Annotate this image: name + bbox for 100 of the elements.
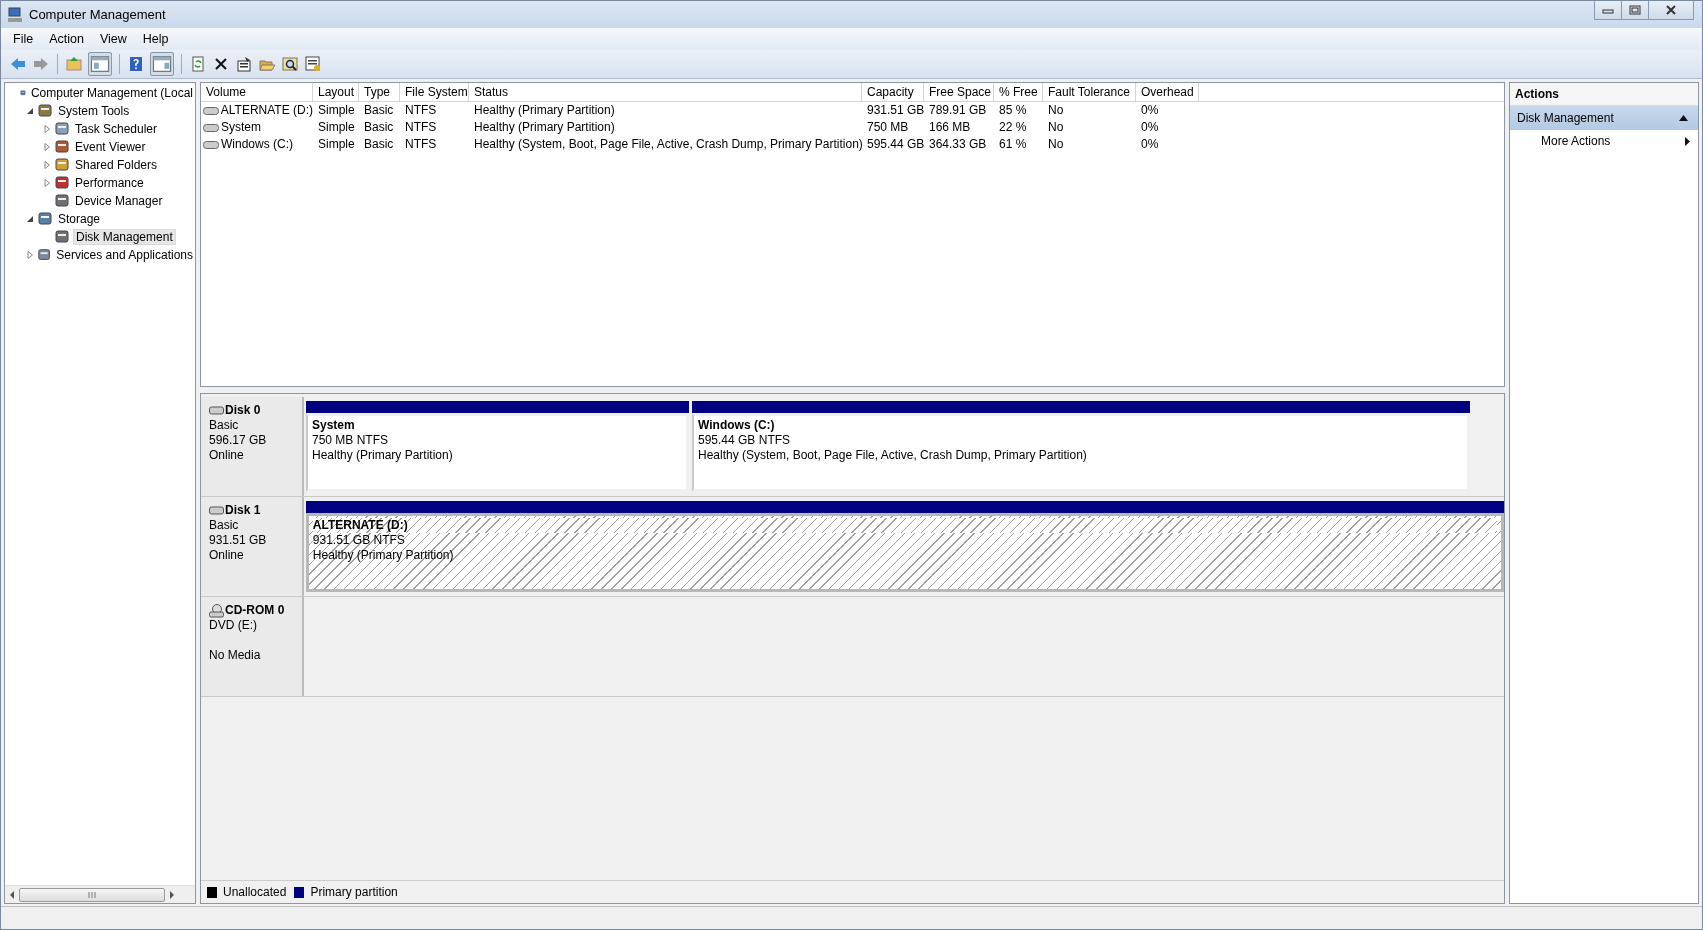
close-icon xyxy=(1665,5,1677,15)
disk-name: Disk 0 xyxy=(225,403,261,418)
action-pane-icon[interactable] xyxy=(150,52,174,76)
table-cell-text: Healthy (Primary Partition) xyxy=(473,102,616,119)
menu-item[interactable]: Help xyxy=(134,32,177,46)
menu-item[interactable]: Action xyxy=(41,32,92,46)
table-cell: Windows (C:) xyxy=(221,136,293,153)
disk-status: Online xyxy=(209,448,245,463)
menu-item[interactable]: File xyxy=(5,32,42,46)
scroll-left-icon[interactable] xyxy=(9,890,15,899)
table-cell-text: NTFS xyxy=(404,136,438,153)
column-header[interactable]: File System xyxy=(400,83,469,101)
actions-header: Actions xyxy=(1510,83,1698,106)
node-icon xyxy=(54,157,70,173)
partition-box[interactable]: System 750 MB NTFS Healthy (Primary Partition) xyxy=(306,413,689,492)
forward-icon[interactable] xyxy=(32,55,50,73)
disk-info-box[interactable]: Disk 0 Basic 596.17 GB Online xyxy=(201,397,304,496)
table-cell-text: 364.33 GB xyxy=(928,136,988,153)
disk-type: DVD (E:) xyxy=(209,618,258,633)
collapsed-arrow-icon[interactable] xyxy=(43,179,51,187)
tree-item[interactable]: Disk Management xyxy=(73,229,176,245)
table-cell-text: NTFS xyxy=(404,119,438,136)
column-header[interactable]: Capacity xyxy=(862,83,924,101)
scroll-right-icon[interactable] xyxy=(169,890,175,899)
node-icon xyxy=(54,193,70,209)
column-header[interactable]: Free Space xyxy=(924,83,994,101)
table-cell-text: Healthy (System, Boot, Page File, Active, Crash Dump, Primary Partition) xyxy=(473,136,862,153)
table-cell: ALTERNATE (D:) xyxy=(220,102,313,119)
legend-label: Unallocated xyxy=(223,885,287,899)
tree-item[interactable]: Performance xyxy=(73,176,146,190)
drive-icon xyxy=(203,140,219,149)
disk-status: No Media xyxy=(209,648,262,663)
table-cell-text: No xyxy=(1047,102,1065,119)
table-cell-text: Simple xyxy=(317,102,356,119)
tree-item[interactable]: Shared Folders xyxy=(73,158,160,172)
tree-item[interactable]: Event Viewer xyxy=(73,140,148,154)
column-header[interactable]: Fault Tolerance xyxy=(1043,83,1136,101)
column-header[interactable]: % Free xyxy=(994,83,1043,101)
maximize-button[interactable] xyxy=(1621,1,1649,20)
tree-item[interactable]: Services and Applications xyxy=(54,248,195,262)
table-cell-text: Healthy (Primary Partition) xyxy=(473,119,616,136)
expanded-arrow-icon[interactable] xyxy=(26,215,34,223)
disk-size: 596.17 GB xyxy=(209,433,268,448)
node-icon xyxy=(54,121,70,137)
expanded-arrow-icon[interactable] xyxy=(26,107,34,115)
node-icon xyxy=(37,103,53,119)
help-icon[interactable] xyxy=(127,55,145,73)
horizontal-scrollbar[interactable] xyxy=(5,885,195,903)
partition-box[interactable]: ALTERNATE (D:) 931.51 GB NTFS Healthy (Primary Partition) xyxy=(305,513,1504,592)
table-cell-text: No xyxy=(1047,136,1065,153)
back-icon[interactable] xyxy=(9,55,27,73)
tree-item[interactable]: System Tools xyxy=(56,104,132,118)
collapsed-arrow-icon[interactable] xyxy=(43,125,51,133)
partition-name: ALTERNATE (D:) xyxy=(312,518,1497,533)
folder-up-icon[interactable] xyxy=(65,55,83,73)
table-cell-text: 750 MB xyxy=(866,119,910,136)
table-cell-text: 595.44 GB xyxy=(866,136,924,153)
column-header[interactable]: Overhead xyxy=(1136,83,1199,101)
column-header[interactable]: Volume xyxy=(201,83,313,101)
table-cell-text: NTFS xyxy=(404,102,438,119)
tree-item[interactable]: Task Scheduler xyxy=(73,122,160,136)
collapsed-arrow-icon[interactable] xyxy=(26,251,34,259)
tree-item[interactable]: Storage xyxy=(56,212,103,226)
partition-status: Healthy (Primary Partition) xyxy=(312,548,455,563)
disk-info-box[interactable]: Disk 1 Basic 931.51 GB Online xyxy=(201,497,304,596)
submenu-arrow-icon xyxy=(1685,136,1690,146)
column-header[interactable]: Status xyxy=(469,83,862,101)
disk-status: Online xyxy=(209,548,245,563)
collapsed-arrow-icon[interactable] xyxy=(43,161,51,169)
disk-info-box[interactable]: CD-ROM 0 DVD (E:) No Media xyxy=(201,597,304,696)
tree-item[interactable]: Computer Management (Local xyxy=(28,86,195,100)
action-section[interactable]: Disk Management xyxy=(1510,106,1698,130)
properties-icon[interactable] xyxy=(235,55,253,73)
menu-item[interactable]: View xyxy=(91,32,135,46)
action-item[interactable]: More Actions xyxy=(1510,130,1698,152)
console-tree-icon[interactable] xyxy=(88,52,112,76)
table-cell: System xyxy=(221,119,261,136)
scrollbar-thumb[interactable] xyxy=(19,887,165,902)
table-cell-text: No xyxy=(1047,119,1065,136)
partition-size: 750 MB NTFS xyxy=(312,433,390,448)
refresh-icon[interactable] xyxy=(189,55,207,73)
node-icon xyxy=(54,139,70,155)
partition-box[interactable]: Windows (C:) 595.44 GB NTFS Healthy (System, Boot, Page File, Active, Crash Dump, Primary Partition) xyxy=(692,413,1470,492)
column-header[interactable]: Type xyxy=(359,83,400,101)
node-icon xyxy=(37,211,53,227)
table-cell-text: Basic xyxy=(363,102,395,119)
export-list-icon[interactable] xyxy=(304,55,322,73)
table-cell-text: Basic xyxy=(363,136,395,153)
disk-type: Basic xyxy=(209,418,240,433)
collapsed-arrow-icon[interactable] xyxy=(43,143,51,151)
minimize-button[interactable] xyxy=(1594,1,1622,20)
table-cell-text: 0% xyxy=(1140,102,1160,119)
collapse-arrow-icon[interactable] xyxy=(1679,115,1688,121)
close-button[interactable] xyxy=(1648,1,1694,20)
tree-item[interactable]: Device Manager xyxy=(73,194,165,208)
table-cell-text: Simple xyxy=(317,119,356,136)
legend-label: Primary partition xyxy=(310,885,398,899)
column-header[interactable]: Layout xyxy=(313,83,359,101)
magnifier-icon[interactable] xyxy=(281,55,299,73)
table-cell-text: 0% xyxy=(1140,136,1160,153)
